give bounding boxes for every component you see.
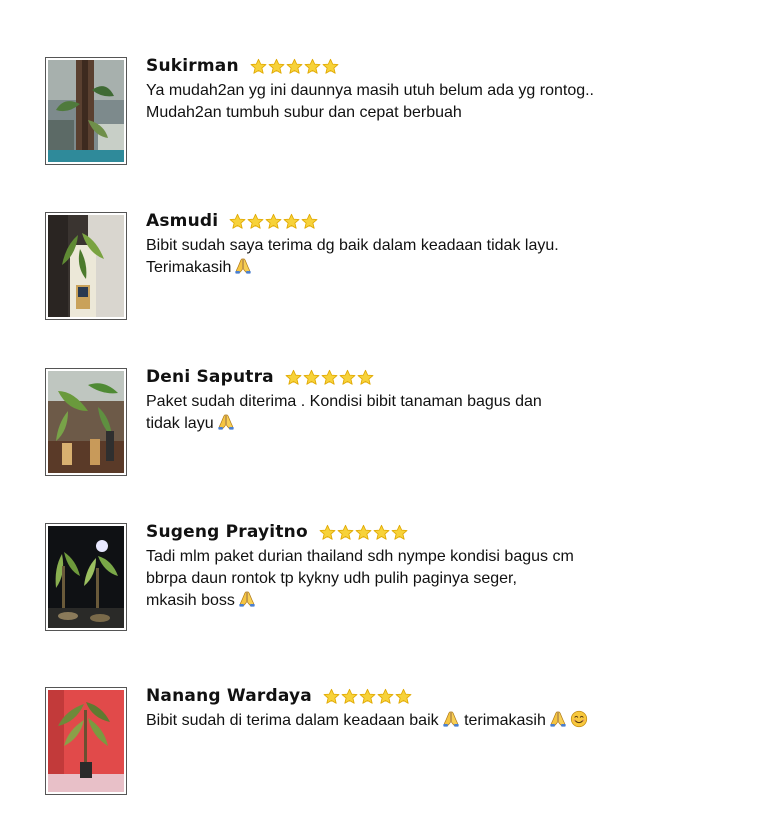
review-photo[interactable] [45,368,127,476]
star-icon [250,58,267,74]
review-text: Bibit sudah saya terima dg baik dalam ke… [146,235,726,279]
review-text: Tadi mlm paket durian thailand sdh nympe… [146,546,726,612]
review-line: Bibit sudah saya terima dg baik dalam ke… [146,237,559,254]
review-line: Bibit sudah di terima dalam keadaan baik [146,712,439,729]
review-text: Paket sudah diterima . Kondisi bibit tan… [146,391,726,435]
star-icon [303,369,320,385]
star-rating [229,213,319,230]
review-line: Ya mudah2an yg ini daunnya masih utuh be… [146,82,594,99]
plant-photo-image [48,60,124,162]
star-icon [286,58,303,74]
review-text: Bibit sudah di terima dalam keadaan baik… [146,710,726,732]
review-line: bbrpa daun rontok tp kykny udh pulih pag… [146,570,517,587]
review-line: tidak layu [146,415,214,432]
star-rating [250,58,340,75]
review-line: Paket sudah diterima . Kondisi bibit tan… [146,393,542,410]
star-icon [301,213,318,229]
folded-hands-icon [234,257,252,275]
folded-hands-icon [442,710,460,728]
review-photo[interactable] [45,212,127,320]
review-line: Tadi mlm paket durian thailand sdh nympe… [146,548,574,565]
folded-hands-icon [217,413,235,431]
star-icon [357,369,374,385]
reviewer-name: Asmudi [146,211,219,231]
review-line: terimakasih [464,712,546,729]
star-icon [265,213,282,229]
review-line: mkasih boss [146,592,235,609]
star-icon [283,213,300,229]
review-photo[interactable] [45,687,127,795]
reviews-page: { "reviews": [ { "name": "Sukirman", "ra… [0,0,768,838]
reviewer-name: Deni Saputra [146,367,274,387]
folded-hands-icon [238,590,256,608]
star-icon [304,58,321,74]
star-icon [359,688,376,704]
star-icon [337,524,354,540]
star-icon [339,369,356,385]
review-photo[interactable] [45,57,127,165]
smiling-face-icon [570,710,588,728]
star-icon [322,58,339,74]
star-icon [341,688,358,704]
star-icon [395,688,412,704]
plant-photo-image [48,371,124,473]
star-icon [377,688,394,704]
star-rating [319,524,409,541]
review-photo[interactable] [45,523,127,631]
review-line: Mudah2an tumbuh subur dan cepat berbuah [146,104,462,121]
folded-hands-icon [549,710,567,728]
plant-photo-image [48,526,124,628]
star-icon [355,524,372,540]
star-rating [285,369,375,386]
star-icon [391,524,408,540]
plant-photo-image [48,690,124,792]
reviewer-name: Nanang Wardaya [146,686,312,706]
reviewer-name: Sukirman [146,56,239,76]
star-icon [268,58,285,74]
review-line: Terimakasih [146,259,232,276]
star-icon [373,524,390,540]
star-icon [229,213,246,229]
star-icon [285,369,302,385]
star-icon [247,213,264,229]
review-text: Ya mudah2an yg ini daunnya masih utuh be… [146,80,726,124]
star-icon [319,524,336,540]
star-icon [323,688,340,704]
star-rating [323,688,413,705]
reviewer-name: Sugeng Prayitno [146,522,308,542]
star-icon [321,369,338,385]
plant-photo-image [48,215,124,317]
